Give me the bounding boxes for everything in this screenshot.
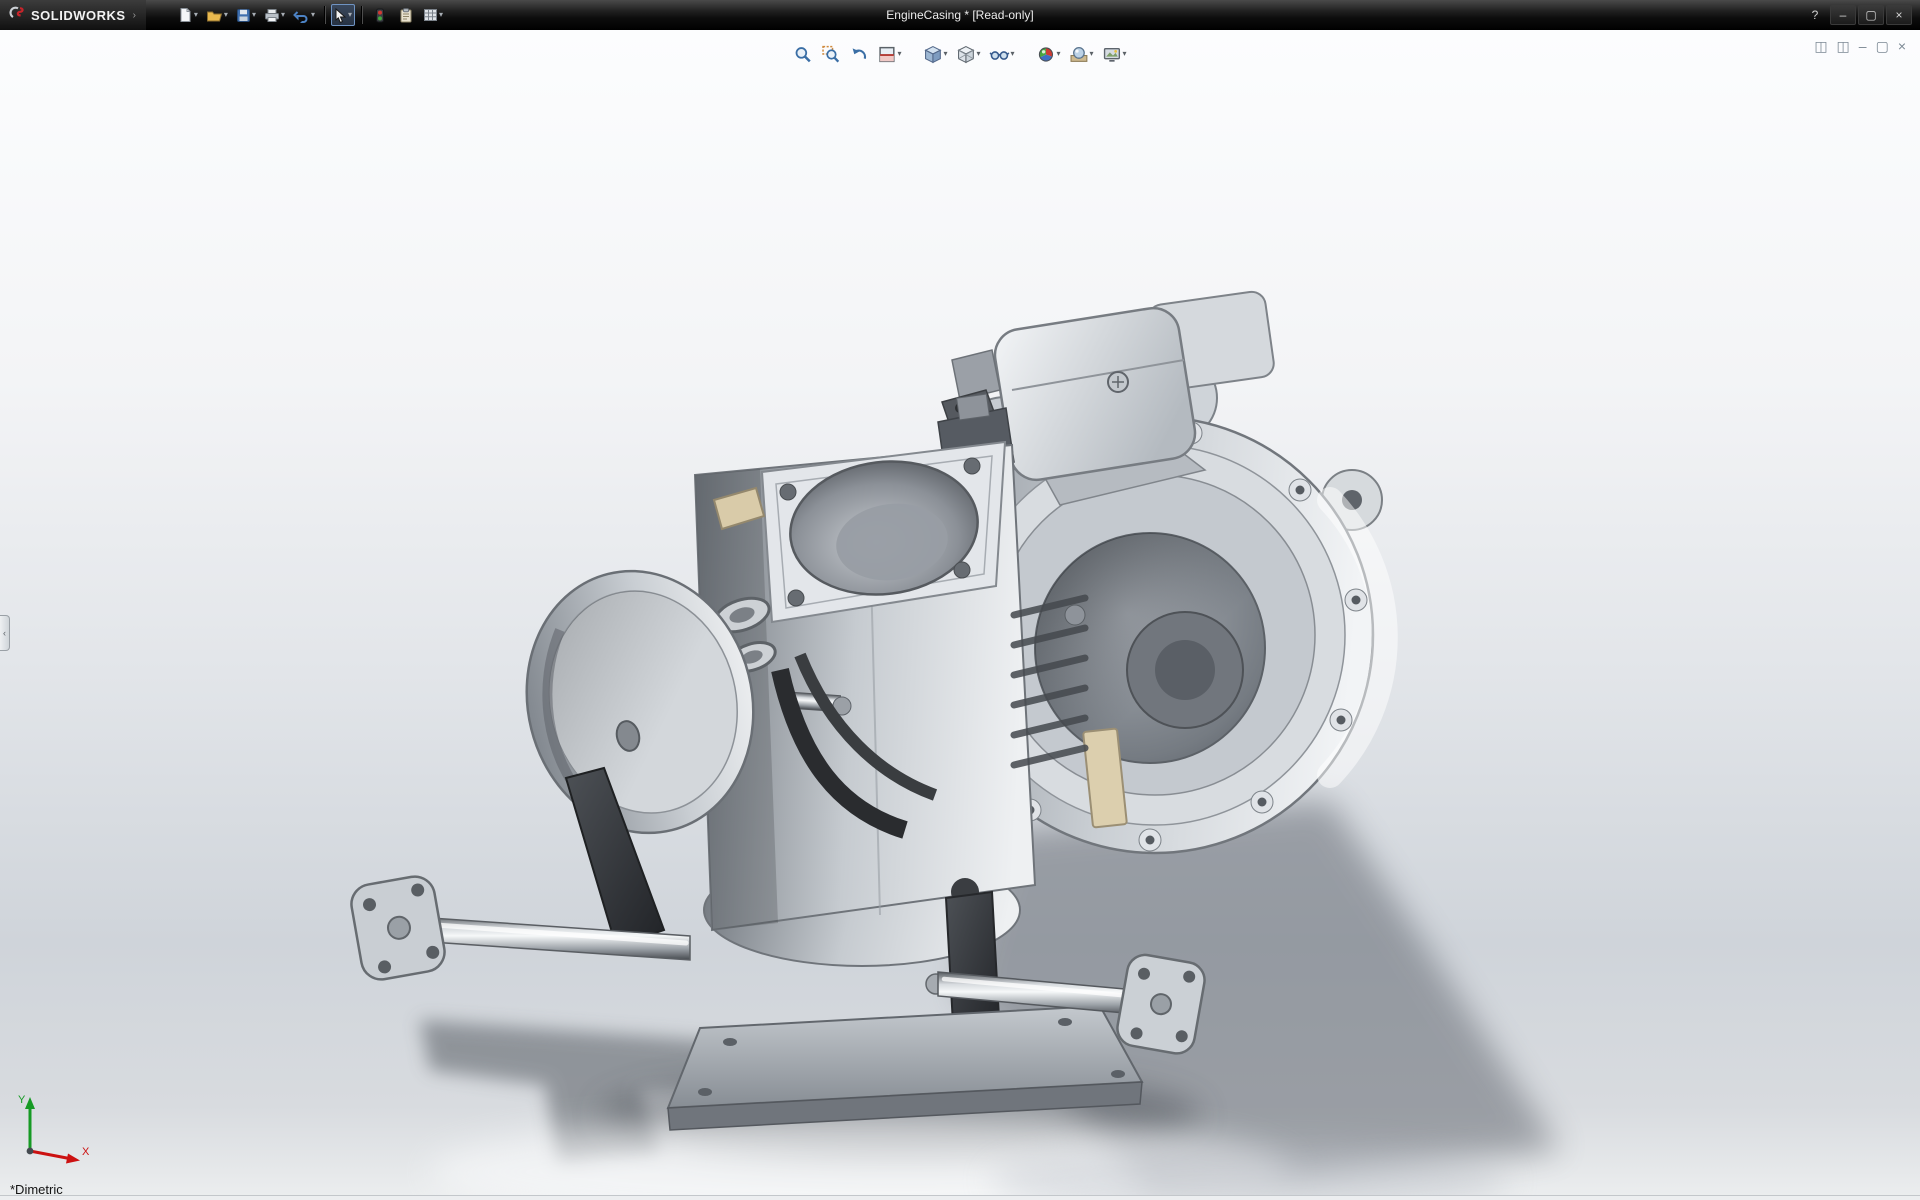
new-document-icon[interactable]: ▾: [174, 4, 201, 26]
doc-minimize-icon[interactable]: –: [1859, 38, 1867, 54]
help-button[interactable]: ?: [1802, 5, 1828, 25]
select-cursor-icon[interactable]: ▾: [330, 4, 355, 26]
brand-text: SOLIDWORKS: [31, 7, 126, 23]
minimize-button[interactable]: –: [1830, 5, 1856, 25]
titlebar: SOLIDWORKS › ▾ ▾ ▾ ▾ ▾ ▾ ▾ EngineCasing …: [0, 0, 1920, 30]
restore-button[interactable]: ▢: [1858, 5, 1884, 25]
print-icon[interactable]: ▾: [261, 4, 288, 26]
dropdown-caret-icon[interactable]: ▾: [194, 11, 198, 19]
dropdown-caret-icon[interactable]: ▾: [1090, 50, 1094, 58]
apply-scene-icon[interactable]: ▾: [1068, 42, 1096, 66]
zoom-to-area-icon[interactable]: [819, 42, 842, 66]
save-icon[interactable]: ▾: [233, 4, 259, 26]
reference-triad: Y X: [14, 1089, 98, 1172]
hide-show-items-icon[interactable]: ▾: [987, 42, 1016, 66]
display-style-icon[interactable]: ▾: [954, 42, 982, 66]
view-settings-icon[interactable]: ▾: [1101, 42, 1129, 66]
dropdown-caret-icon[interactable]: ▾: [348, 11, 352, 19]
dropdown-caret-icon[interactable]: ▾: [1057, 50, 1061, 58]
solidworks-window: SOLIDWORKS › ▾ ▾ ▾ ▾ ▾ ▾ ▾ EngineCasing …: [0, 0, 1920, 1200]
solidworks-brand: SOLIDWORKS ›: [0, 0, 146, 30]
solidworks-logo-icon: [8, 5, 26, 25]
previous-view-icon[interactable]: [847, 42, 870, 66]
graphics-viewport[interactable]: ▾ ▾ ▾ ▾ ▾ ▾ ▾ ◫ ◫ – ▢ × ‹ Y X *Dimetric: [0, 30, 1920, 1200]
section-view-icon[interactable]: ▾: [875, 42, 903, 66]
doc-restore-icon[interactable]: ▢: [1876, 38, 1889, 54]
toolbar-separator: [361, 6, 362, 24]
open-icon[interactable]: ▾: [203, 4, 231, 26]
window-title: EngineCasing * [Read-only]: [886, 8, 1034, 22]
dropdown-caret-icon[interactable]: ▾: [943, 50, 947, 58]
pane-split-right-icon[interactable]: ◫: [1837, 38, 1850, 54]
dropdown-caret-icon[interactable]: ▾: [439, 11, 443, 19]
dropdown-caret-icon[interactable]: ▾: [311, 11, 315, 19]
rebuild-icon[interactable]: [368, 4, 392, 26]
edit-appearance-icon[interactable]: ▾: [1035, 42, 1063, 66]
dropdown-caret-icon[interactable]: ▾: [224, 11, 228, 19]
close-button[interactable]: ×: [1886, 5, 1912, 25]
pane-split-left-icon[interactable]: ◫: [1814, 38, 1827, 54]
brand-chevron-icon[interactable]: ›: [133, 10, 136, 21]
undo-icon[interactable]: ▾: [290, 4, 318, 26]
file-properties-icon[interactable]: [394, 4, 418, 26]
document-window-controls: ◫ ◫ – ▢ ×: [1814, 38, 1906, 54]
feature-tree-collapsed-tab[interactable]: ‹: [0, 615, 10, 651]
dropdown-caret-icon[interactable]: ▾: [897, 50, 901, 58]
dropdown-caret-icon[interactable]: ▾: [252, 11, 256, 19]
view-orientation-icon[interactable]: ▾: [921, 42, 949, 66]
dropdown-caret-icon[interactable]: ▾: [1123, 50, 1127, 58]
triad-x-label: X: [82, 1146, 90, 1158]
triad-y-label: Y: [18, 1094, 26, 1106]
main-toolbar: ▾ ▾ ▾ ▾ ▾ ▾ ▾: [174, 4, 446, 26]
viewport-bottom-edge: [0, 1195, 1920, 1200]
toolbar-separator: [323, 6, 325, 24]
dropdown-caret-icon[interactable]: ▾: [281, 11, 285, 19]
dropdown-caret-icon[interactable]: ▾: [1010, 50, 1014, 58]
orientation-label: *Dimetric: [10, 1182, 63, 1197]
dropdown-caret-icon[interactable]: ▾: [976, 50, 980, 58]
doc-close-icon[interactable]: ×: [1898, 38, 1906, 54]
zoom-to-fit-icon[interactable]: [791, 42, 814, 66]
heads-up-toolbar: ▾ ▾ ▾ ▾ ▾ ▾ ▾: [791, 42, 1128, 66]
window-controls: ? – ▢ ×: [1802, 5, 1920, 25]
options-icon[interactable]: ▾: [420, 4, 446, 26]
model-engine-casing[interactable]: [0, 30, 1920, 1200]
